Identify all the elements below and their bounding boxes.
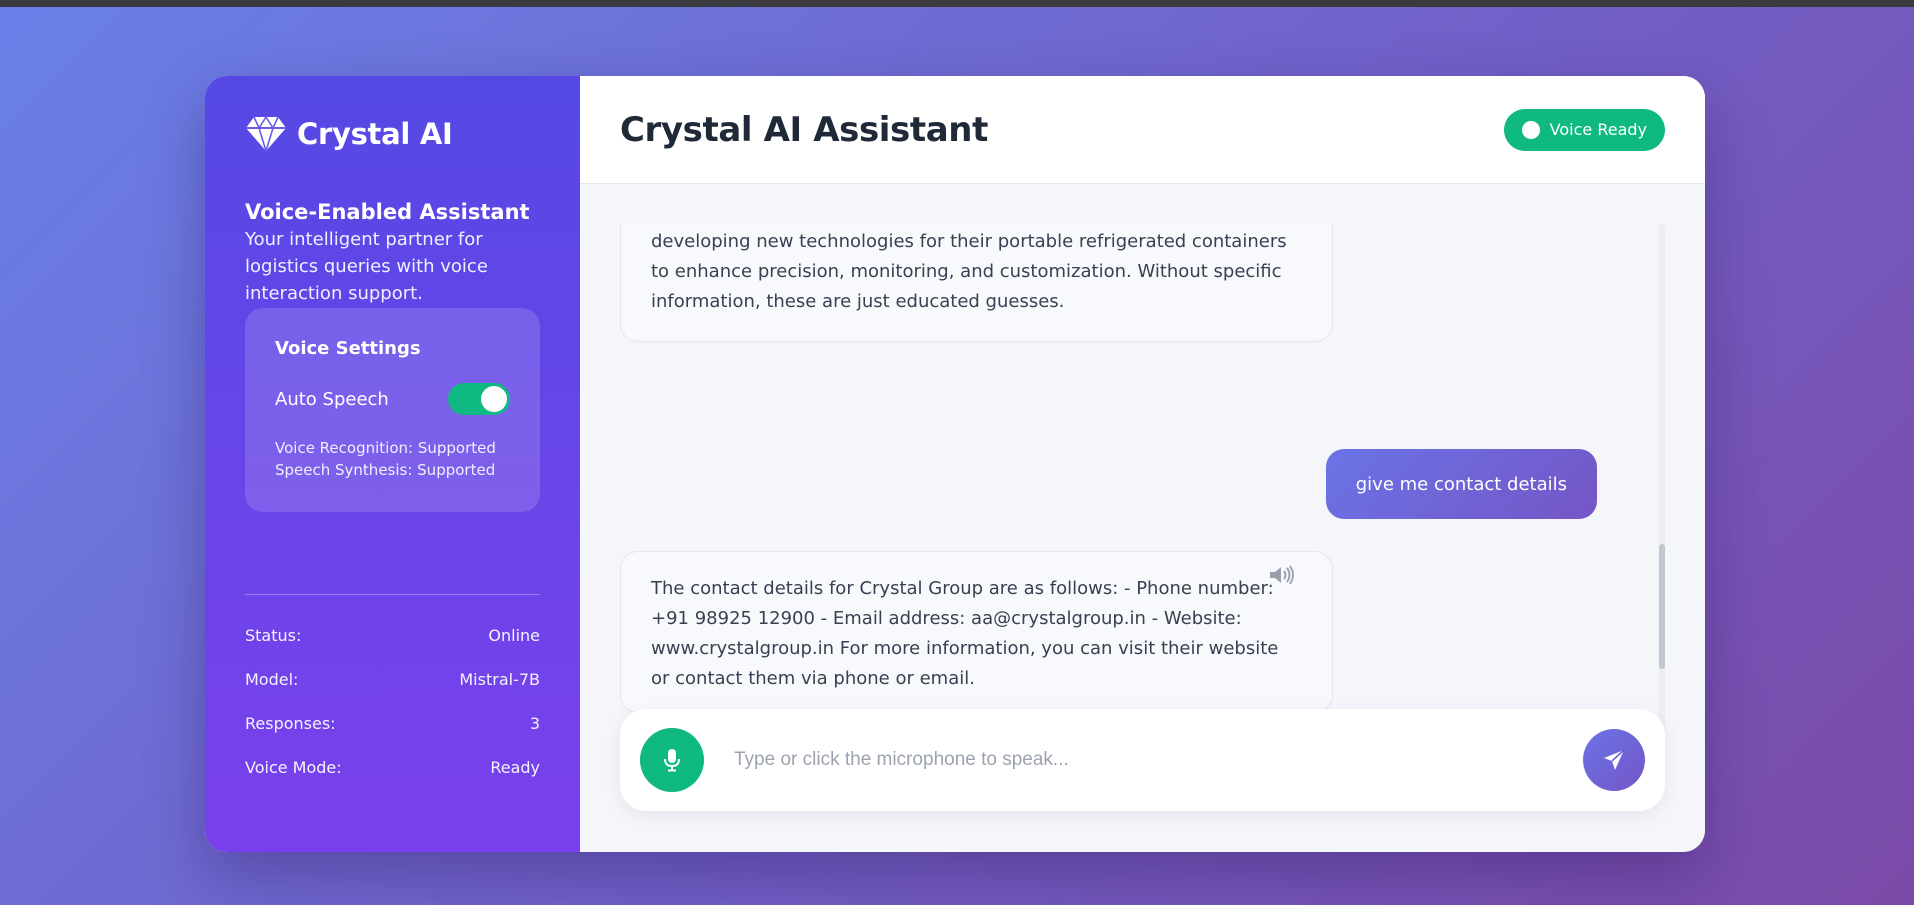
- stat-value: Ready: [490, 758, 540, 777]
- voice-settings-panel: Voice Settings Auto Speech Voice Recogni…: [245, 308, 540, 512]
- chat-header: Crystal AI Assistant Voice Ready: [580, 76, 1705, 184]
- stat-value: 3: [529, 714, 540, 733]
- status-dot-icon: [1521, 120, 1540, 139]
- message-input[interactable]: [734, 730, 1563, 790]
- sidebar-divider: [245, 594, 540, 595]
- message-text: give me contact details: [1355, 473, 1567, 495]
- stat-responses: Responses: 3: [245, 714, 540, 758]
- message-text: The contact details for Crystal Group ar…: [651, 578, 1279, 689]
- auto-speech-label: Auto Speech: [275, 388, 389, 410]
- auto-speech-row: Auto Speech: [275, 383, 510, 415]
- assistant-message: storage solutions, improving their refri…: [620, 224, 1333, 342]
- intro: Voice-Enabled Assistant Your intelligent…: [245, 198, 545, 307]
- stats-list: Status: Online Model: Mistral-7B Respons…: [245, 626, 540, 802]
- intro-text: Your intelligent partner for logistics q…: [245, 229, 488, 304]
- user-message: give me contact details: [1325, 449, 1597, 519]
- voice-settings-title: Voice Settings: [275, 338, 421, 359]
- intro-title: Voice-Enabled Assistant: [245, 200, 530, 224]
- browser-top-strip: [0, 0, 1914, 7]
- chat-messages[interactable]: storage solutions, improving their refri…: [580, 224, 1665, 744]
- speech-synthesis-status: Speech Synthesis: Supported: [275, 461, 496, 479]
- chat-main: Crystal AI Assistant Voice Ready storage…: [580, 76, 1705, 852]
- stat-label: Responses:: [245, 714, 336, 733]
- send-button[interactable]: [1583, 729, 1645, 791]
- auto-speech-toggle[interactable]: [448, 383, 510, 415]
- message-composer: [620, 709, 1665, 811]
- stat-label: Voice Mode:: [245, 758, 342, 777]
- speaker-icon[interactable]: [1268, 564, 1296, 586]
- brand: Crystal AI: [245, 116, 453, 152]
- send-icon: [1604, 749, 1625, 770]
- sidebar: Crystal AI Voice-Enabled Assistant Your …: [205, 76, 580, 852]
- stat-status: Status: Online: [245, 626, 540, 670]
- chat-scrollbar[interactable]: [1659, 224, 1665, 744]
- diamond-icon: [246, 116, 286, 152]
- toggle-knob: [481, 386, 507, 412]
- stat-label: Model:: [245, 670, 299, 689]
- stat-voice-mode: Voice Mode: Ready: [245, 758, 540, 802]
- scrollbar-thumb[interactable]: [1659, 544, 1665, 669]
- microphone-icon: [664, 749, 680, 772]
- microphone-button[interactable]: [640, 728, 704, 792]
- voice-ready-badge: Voice Ready: [1503, 108, 1665, 151]
- voice-recognition-status: Voice Recognition: Supported: [275, 439, 496, 457]
- page-title: Crystal AI Assistant: [620, 109, 988, 150]
- stat-label: Status:: [245, 626, 302, 645]
- stat-model: Model: Mistral-7B: [245, 670, 540, 714]
- message-text: storage solutions, improving their refri…: [651, 231, 1287, 312]
- assistant-message: The contact details for Crystal Group ar…: [620, 551, 1333, 713]
- brand-name: Crystal AI: [297, 117, 453, 151]
- stat-value: Mistral-7B: [459, 670, 540, 689]
- app-window: Crystal AI Voice-Enabled Assistant Your …: [205, 76, 1705, 852]
- voice-ready-label: Voice Ready: [1549, 120, 1647, 139]
- stat-value: Online: [488, 626, 540, 645]
